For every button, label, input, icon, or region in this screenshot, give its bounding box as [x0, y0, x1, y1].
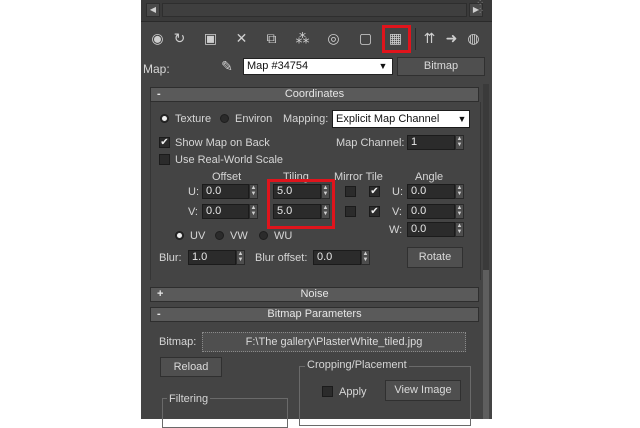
- map-channel-label: Map Channel:: [336, 137, 405, 149]
- uv-label: UV: [190, 230, 206, 242]
- put-to-library-icon[interactable]: ◎: [325, 30, 342, 47]
- scroll-left-button[interactable]: ◀: [146, 3, 160, 17]
- v-tile-checkbox[interactable]: ✔: [369, 206, 380, 217]
- u-angle-label: U:: [392, 186, 403, 198]
- vw-label: VW: [230, 230, 248, 242]
- coordinates-rollout-header[interactable]: - Coordinates: [150, 87, 479, 102]
- sample-sphere-icon[interactable]: ◉: [149, 30, 166, 47]
- material-id-icon[interactable]: ▢: [357, 30, 374, 47]
- map-channel-spinner[interactable]: ▲ ▼: [455, 135, 464, 150]
- drag-handle-icon[interactable]: ⁘ ⁘: [476, 0, 490, 17]
- blur-offset-field[interactable]: 0.0: [313, 250, 361, 265]
- bitmap-parameters-title: Bitmap Parameters: [267, 308, 362, 320]
- top-scroll-track[interactable]: [162, 3, 467, 17]
- blur-offset-spinner[interactable]: ▲ ▼: [361, 250, 370, 265]
- v-angle-spinner[interactable]: ▲ ▼: [455, 204, 464, 219]
- u-mirror-checkbox[interactable]: [345, 186, 356, 197]
- mirror-tile-header: Mirror Tile: [334, 171, 383, 183]
- vw-radio[interactable]: [215, 231, 224, 240]
- wu-radio[interactable]: [259, 231, 268, 240]
- mapping-label: Mapping:: [283, 113, 329, 125]
- noise-title: Noise: [300, 288, 329, 300]
- w-angle-label: W:: [389, 224, 403, 236]
- make-unique-icon[interactable]: ⁂: [294, 30, 311, 47]
- cropping-placement-label: Cropping/Placement: [305, 358, 409, 372]
- u-offset-field[interactable]: 0.0: [202, 184, 249, 199]
- blur-offset-label: Blur offset:: [255, 252, 308, 264]
- show-map-on-back-label: Show Map on Back: [175, 137, 270, 149]
- u-angle-field[interactable]: 0.0: [407, 184, 455, 199]
- v-offset-field[interactable]: 0.0: [202, 204, 249, 219]
- texture-label: Texture: [175, 113, 212, 125]
- toolbar-separator: [415, 28, 416, 50]
- w-angle-spinner[interactable]: ▲ ▼: [455, 222, 464, 237]
- map-label: Map:: [143, 62, 170, 76]
- bitmap-label: Bitmap:: [159, 336, 197, 348]
- v-offset-spinner[interactable]: ▲ ▼: [249, 204, 258, 219]
- texture-radio[interactable]: [160, 114, 169, 123]
- blur-field[interactable]: 1.0: [188, 250, 236, 265]
- reload-button[interactable]: Reload: [160, 357, 222, 377]
- eyedropper-icon[interactable]: ✎: [218, 57, 236, 75]
- use-real-world-scale-label: Use Real-World Scale: [175, 154, 284, 166]
- map-name-dropdown-arrow-icon[interactable]: ▼: [374, 59, 392, 74]
- u-angle-spinner[interactable]: ▲ ▼: [455, 184, 464, 199]
- reset-map-icon[interactable]: ✕: [233, 30, 250, 47]
- wu-label: WU: [274, 230, 293, 242]
- assign-material-icon[interactable]: ▣: [202, 30, 219, 47]
- highlight-tiling-fields: [267, 179, 335, 229]
- vertical-scrollbar-thumb[interactable]: [483, 270, 489, 419]
- filtering-label: Filtering: [167, 392, 211, 406]
- uv-radio[interactable]: [175, 231, 184, 240]
- go-to-parent-icon[interactable]: ⇈: [421, 30, 438, 47]
- v-mirror-checkbox[interactable]: [345, 206, 356, 217]
- apply-checkbox[interactable]: [322, 386, 333, 397]
- coordinates-title: Coordinates: [284, 88, 345, 100]
- bitmap-parameters-rollout-header[interactable]: - Bitmap Parameters: [150, 307, 479, 322]
- environ-label: Environ: [235, 113, 273, 125]
- noise-rollout-header[interactable]: + Noise: [150, 287, 479, 302]
- highlight-show-map-button: [382, 25, 411, 53]
- map-name-field[interactable]: Map #34754: [243, 58, 393, 75]
- apply-label: Apply: [339, 386, 367, 398]
- copy-material-icon[interactable]: ⧉: [263, 30, 280, 47]
- map-channel-field[interactable]: 1: [407, 135, 455, 150]
- environ-radio[interactable]: [220, 114, 229, 123]
- u-tile-checkbox[interactable]: ✔: [369, 186, 380, 197]
- u-offset-spinner[interactable]: ▲ ▼: [249, 184, 258, 199]
- v-offset-label: V:: [188, 206, 198, 218]
- go-forward-icon[interactable]: ➜: [443, 30, 460, 47]
- put-to-scene-icon[interactable]: ↻: [171, 30, 188, 47]
- angle-header: Angle: [415, 171, 444, 183]
- w-angle-field[interactable]: 0.0: [407, 222, 455, 237]
- mapping-select[interactable]: Explicit Map Channel: [332, 110, 470, 128]
- v-angle-label: V:: [392, 206, 402, 218]
- blur-label: Blur:: [159, 252, 182, 264]
- show-map-on-back-checkbox[interactable]: ✔: [159, 137, 170, 148]
- map-type-button[interactable]: Bitmap: [397, 57, 485, 76]
- v-angle-field[interactable]: 0.0: [407, 204, 455, 219]
- pick-material-icon[interactable]: ◍: [465, 30, 482, 47]
- blur-spinner[interactable]: ▲ ▼: [236, 250, 245, 265]
- view-image-button[interactable]: View Image: [385, 380, 461, 401]
- bitmap-path-button[interactable]: F:\The gallery\PlasterWhite_tiled.jpg: [202, 332, 466, 352]
- offset-header: Offset: [212, 171, 242, 183]
- mapping-select-arrow-icon[interactable]: ▼: [455, 111, 469, 127]
- rotate-button[interactable]: Rotate: [407, 247, 463, 268]
- u-offset-label: U:: [188, 186, 199, 198]
- use-real-world-scale-checkbox[interactable]: [159, 154, 170, 165]
